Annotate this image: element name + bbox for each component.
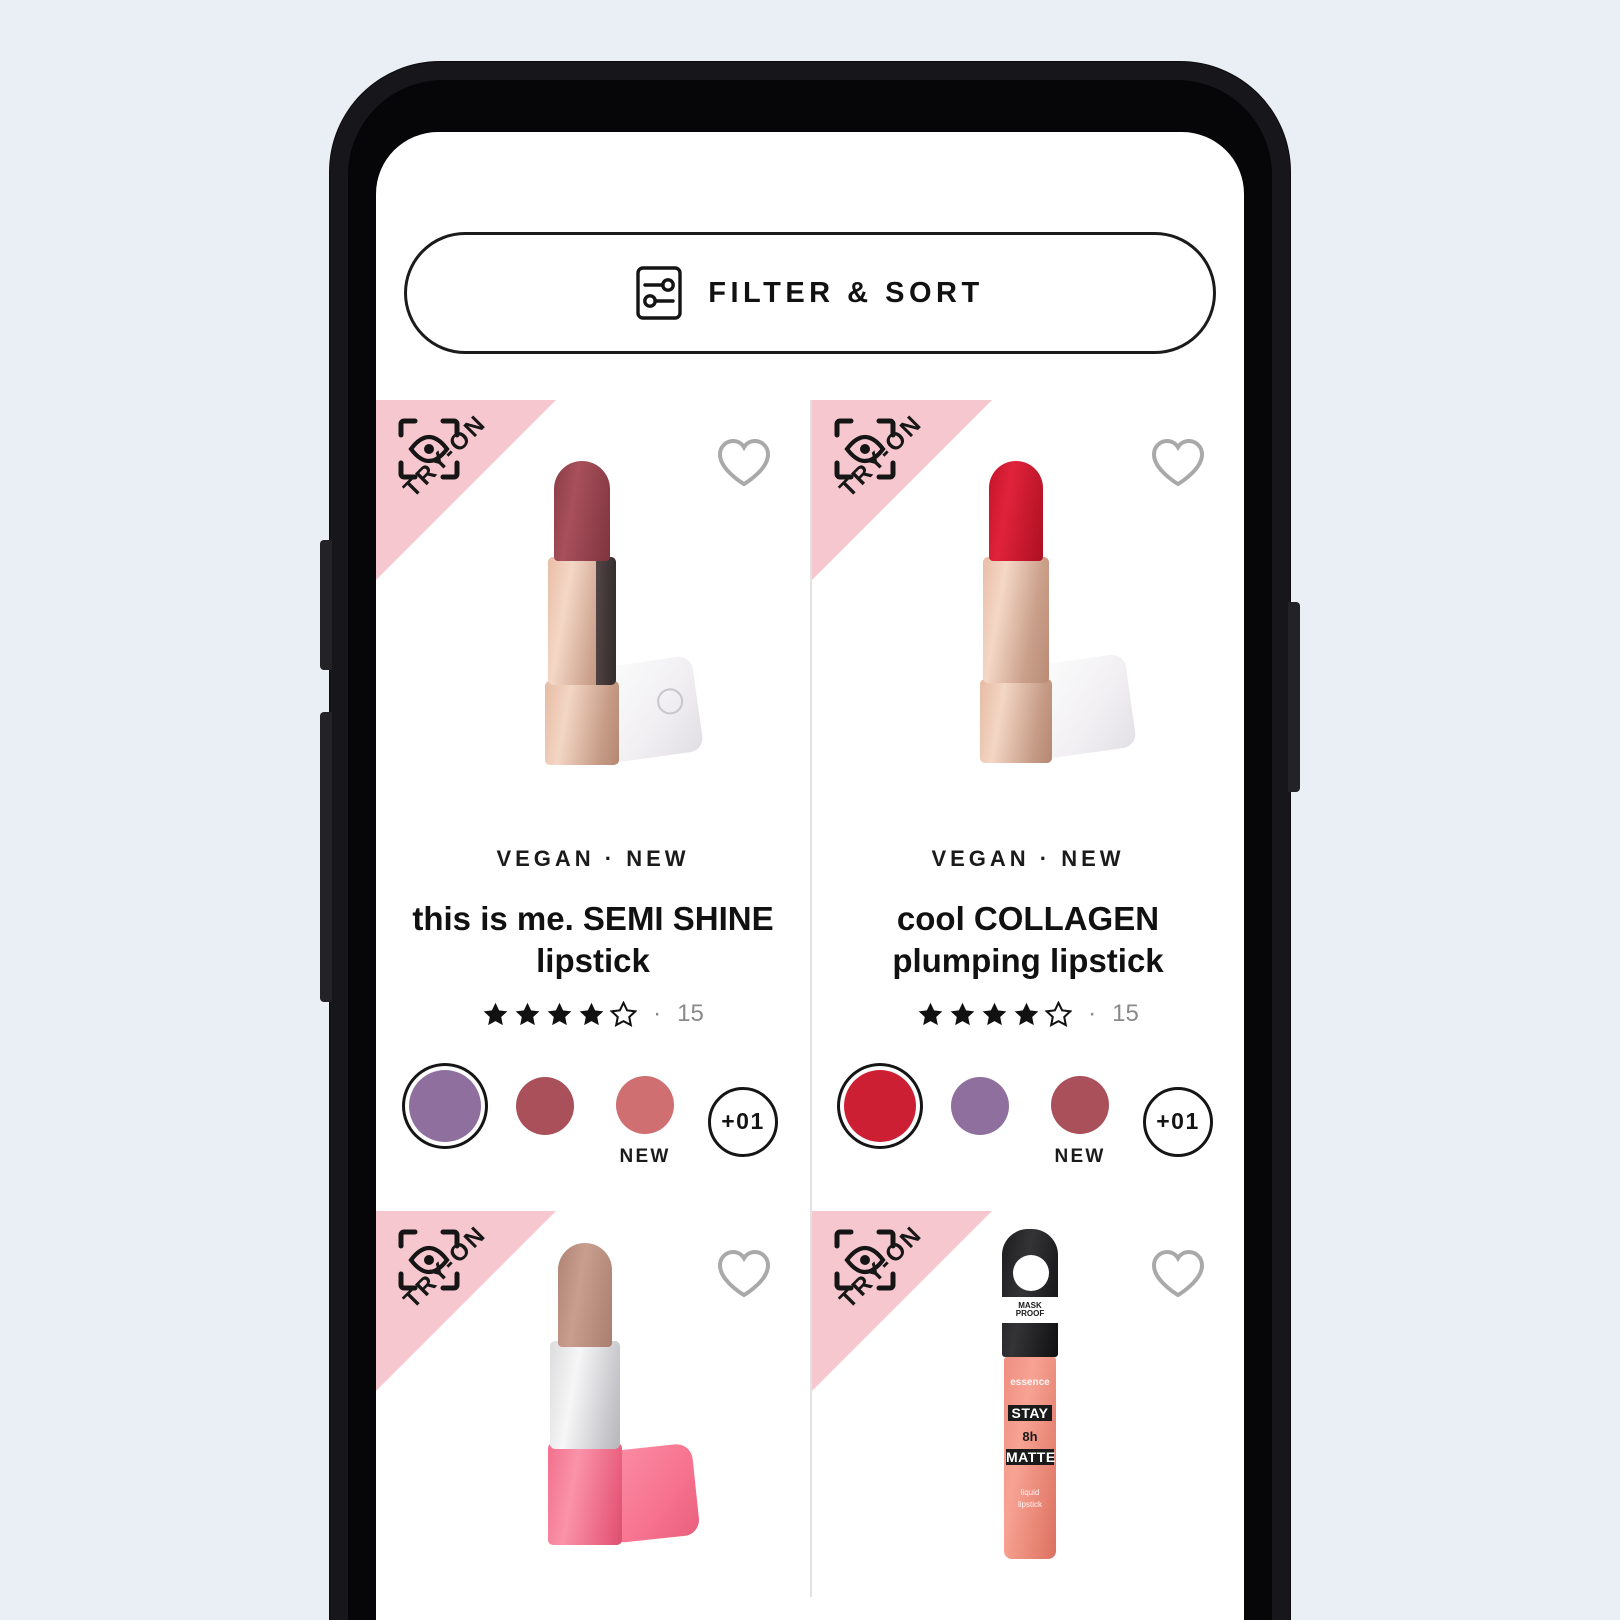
product-title-line1: cool COLLAGEN <box>896 900 1160 937</box>
star-filled-icon <box>982 1002 1007 1026</box>
product-card[interactable]: TRY-ON <box>376 400 810 1211</box>
wishlist-heart-icon[interactable] <box>716 1247 772 1299</box>
claim-hours: 8h <box>1022 1429 1038 1445</box>
tryon-badge[interactable]: TRY-ON <box>812 1211 992 1392</box>
product-tags: VEGAN · NEW <box>931 846 1125 871</box>
swatch-dot <box>951 1077 1009 1136</box>
filter-sort-button[interactable]: FILTER & SORT <box>404 232 1216 354</box>
product-card[interactable]: TRY-ON <box>376 1211 810 1597</box>
product-rating[interactable]: · 15 <box>402 1000 784 1028</box>
liquid-lipstick-illustration: MASK PROOF essence STAY 8h MATTE liquid <box>980 1229 1076 1560</box>
swatch-dot <box>516 1077 574 1136</box>
product-title-line1: this is me. SEMI SHINE <box>412 900 774 937</box>
wand-cap <box>1002 1229 1058 1358</box>
product-rating[interactable]: · 15 <box>838 1000 1218 1028</box>
star-filled-icon <box>950 1002 975 1026</box>
wishlist-heart-icon[interactable] <box>1150 1247 1206 1299</box>
volume-up-button[interactable] <box>320 540 332 670</box>
star-filled-icon <box>483 1002 508 1026</box>
wand-body: essence STAY 8h MATTE liquid lipstick <box>1004 1357 1056 1560</box>
lipstick-illustration <box>488 453 705 783</box>
volume-down-button[interactable] <box>320 712 332 1002</box>
swatch-dot <box>409 1070 481 1143</box>
swatch-new-label: NEW <box>1054 1145 1106 1167</box>
lipstick-barrel <box>983 557 1049 683</box>
screenshot-stage: FILTER & SORT TRY-ON VEGAN · NEW this is… <box>0 0 1620 1620</box>
phone-screen: FILTER & SORT TRY-ON VEGAN · NEW this is… <box>376 132 1244 1620</box>
more-colors-button[interactable]: +01 <box>708 1086 778 1157</box>
claim-stay: STAY <box>1008 1405 1052 1422</box>
color-swatch[interactable] <box>508 1077 582 1166</box>
star-rating <box>917 1000 1073 1028</box>
review-count: 15 <box>677 1000 704 1028</box>
lipstick-base <box>545 681 619 765</box>
star-filled-icon <box>515 1002 540 1026</box>
star-empty-icon <box>610 1000 638 1027</box>
lipstick-barrel-shadow <box>596 557 616 685</box>
lipstick-bullet <box>554 461 610 561</box>
review-separator: · <box>1088 1000 1097 1028</box>
phone-frame: FILTER & SORT TRY-ON VEGAN · NEW this is… <box>320 62 1300 1620</box>
lipstick-illustration <box>488 1229 701 1559</box>
wishlist-heart-icon[interactable] <box>716 436 772 488</box>
color-swatch[interactable]: NEW <box>1043 1075 1117 1168</box>
lipstick-base <box>980 679 1052 763</box>
product-title: this is me. SEMI SHINE lipstick <box>402 898 784 982</box>
mask-proof-badge: MASK PROOF <box>1002 1297 1058 1324</box>
brand-name: essence <box>1010 1377 1050 1389</box>
star-filled-icon <box>547 1002 572 1026</box>
lipstick-illustration <box>923 453 1138 783</box>
product-meta: VEGAN · NEW cool COLLAGEN plumping lipst… <box>812 846 1244 1173</box>
color-swatch[interactable]: NEW <box>608 1075 682 1168</box>
lipstick-bullet <box>989 461 1043 561</box>
sliders-icon <box>636 266 682 320</box>
filter-sort-label: FILTER & SORT <box>708 276 984 309</box>
product-card[interactable]: TRY-ON VEGAN · NEW cool COLLAGEN plumpin… <box>810 400 1244 1212</box>
review-count: 15 <box>1112 1000 1139 1028</box>
swatch-dot <box>1051 1075 1109 1134</box>
color-swatches: NEW +01 <box>402 1070 784 1173</box>
product-type-line2: lipstick <box>1017 1500 1042 1510</box>
swatch-dot <box>616 1075 674 1134</box>
product-card[interactable]: TRY-ON MASK PROOF essence STAY 8h MATTE … <box>810 1211 1244 1598</box>
lipstick-base <box>548 1443 622 1546</box>
swatch-dot <box>844 1070 916 1143</box>
product-grid: TRY-ON VEGAN · NEW this is me. SEMI SHIN… <box>376 400 1244 1598</box>
star-filled-icon <box>1014 1002 1039 1026</box>
color-swatches: NEW +01 <box>838 1070 1218 1173</box>
product-title-line2: plumping lipstick <box>892 942 1164 980</box>
color-swatch[interactable] <box>943 1077 1017 1166</box>
product-title: cool COLLAGEN plumping lipstick <box>838 898 1218 982</box>
more-colors-button[interactable]: +01 <box>1143 1086 1213 1157</box>
wishlist-heart-icon[interactable] <box>1150 436 1206 488</box>
color-swatch[interactable] <box>843 1070 917 1173</box>
star-filled-icon <box>579 1002 604 1026</box>
product-meta: VEGAN · NEW this is me. SEMI SHINE lipst… <box>376 846 810 1173</box>
lipstick-bullet <box>558 1243 612 1348</box>
claim-matte: MATTE <box>1006 1449 1056 1466</box>
product-tags: VEGAN · NEW <box>496 846 690 871</box>
lipstick-barrel <box>550 1341 620 1450</box>
star-empty-icon <box>1045 1000 1073 1027</box>
mask-proof-line2: PROOF <box>1015 1309 1045 1319</box>
product-title-line2: lipstick <box>536 942 650 980</box>
product-type-line1: liquid <box>1020 1488 1040 1498</box>
color-swatch[interactable] <box>408 1070 482 1173</box>
star-rating <box>482 1000 638 1028</box>
swatch-new-label: NEW <box>619 1145 671 1167</box>
product-type-label: liquid lipstick <box>1004 1487 1056 1511</box>
star-filled-icon <box>918 1002 943 1026</box>
brand-emblem-icon <box>655 686 685 717</box>
power-button[interactable] <box>1288 602 1300 792</box>
review-separator: · <box>653 1000 662 1028</box>
